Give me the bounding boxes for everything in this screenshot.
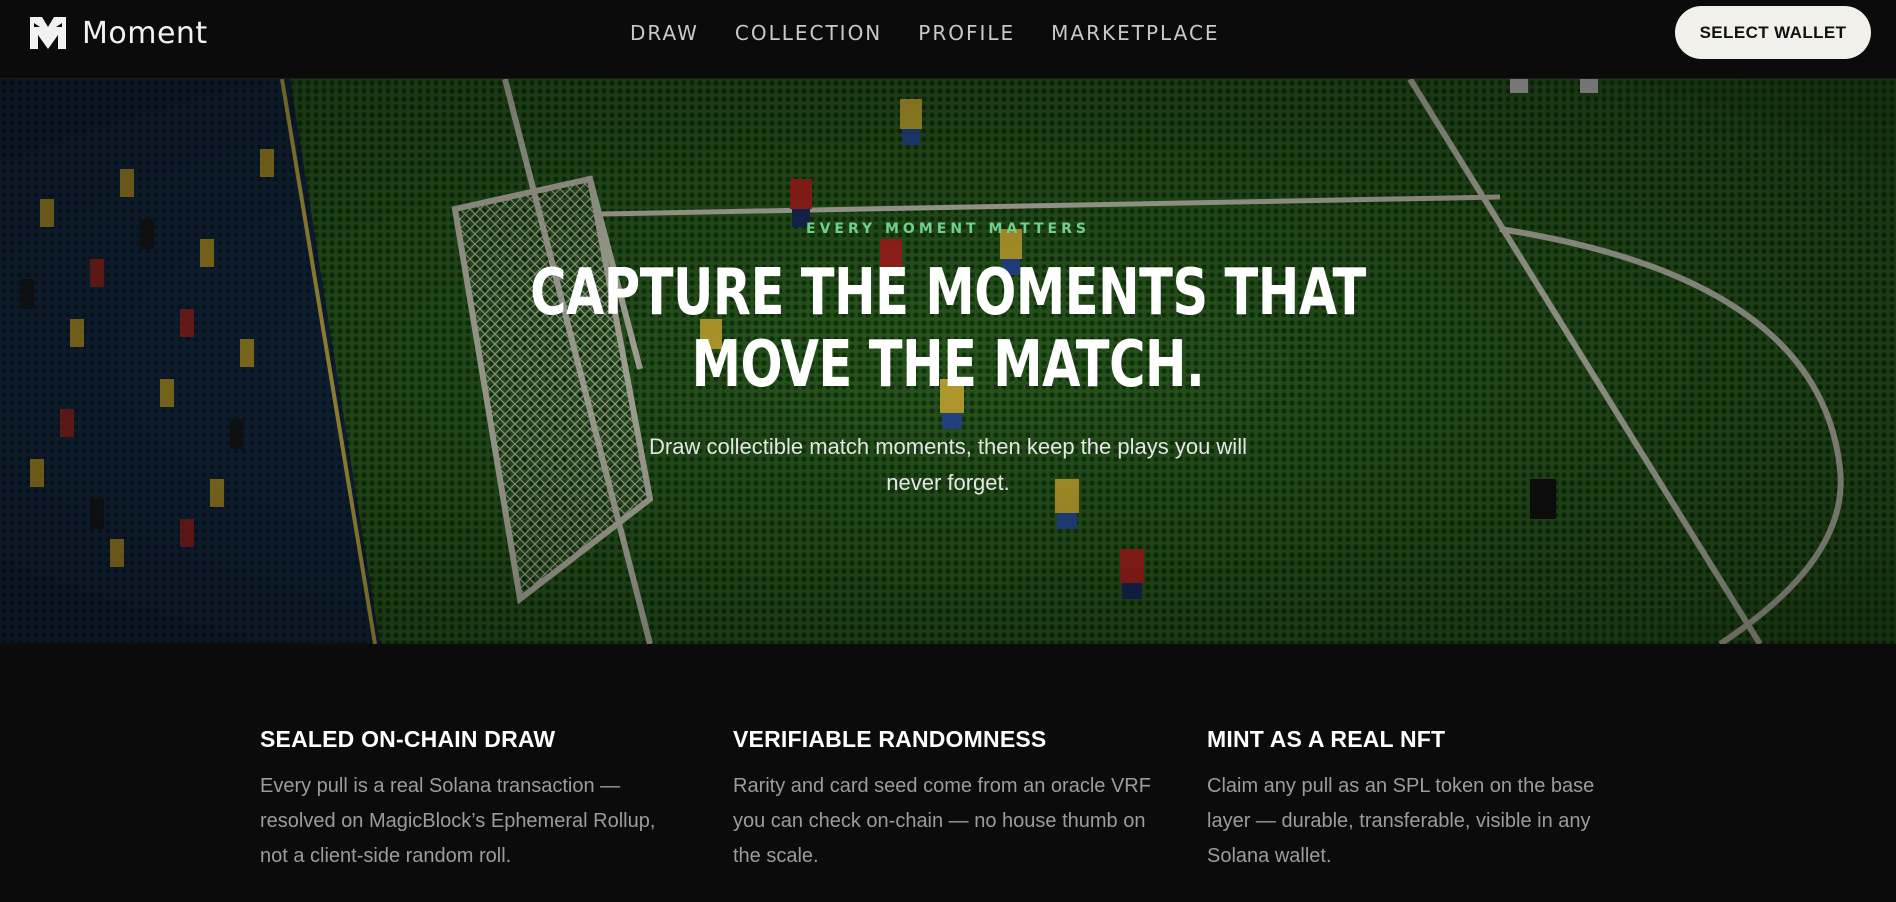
top-navigation-bar: Moment DRAW COLLECTION PROFILE MARKETPLA… xyxy=(0,0,1896,79)
feature-body: Every pull is a real Solana transaction … xyxy=(260,775,656,867)
brand-name: Moment xyxy=(82,15,208,51)
feature-card-mint-nft: MINT AS A REAL NFT Claim any pull as an … xyxy=(1207,726,1627,874)
brand-logo[interactable]: Moment xyxy=(28,14,208,52)
nav-link-profile[interactable]: PROFILE xyxy=(918,20,1015,46)
feature-body: Rarity and card seed come from an oracle… xyxy=(733,775,1151,867)
main-nav: DRAW COLLECTION PROFILE MARKETPLACE xyxy=(630,20,1220,46)
hero-title-line-1: Capture the moments that xyxy=(530,256,1366,330)
feature-title: SEALED ON-CHAIN DRAW xyxy=(260,726,556,752)
moment-logo-icon xyxy=(28,15,68,51)
nav-link-marketplace[interactable]: MARKETPLACE xyxy=(1051,20,1219,46)
nav-link-collection[interactable]: COLLECTION xyxy=(735,20,882,46)
hero-section: EVERY MOMENT MATTERS Capture the moments… xyxy=(0,79,1896,644)
hero-eyebrow: EVERY MOMENT MATTERS xyxy=(806,221,1090,237)
feature-title: MINT AS A REAL NFT xyxy=(1207,726,1446,752)
nav-link-draw[interactable]: DRAW xyxy=(630,20,699,46)
feature-card-verifiable-randomness: VERIFIABLE RANDOMNESS Rarity and card se… xyxy=(733,726,1153,874)
hero-subtitle: Draw collectible match moments, then kee… xyxy=(649,434,1247,495)
hero-title: Capture the moments that move the match. xyxy=(518,257,1378,401)
feature-card-sealed-draw: SEALED ON-CHAIN DRAW Every pull is a rea… xyxy=(260,726,680,874)
features-section: SEALED ON-CHAIN DRAW Every pull is a rea… xyxy=(0,644,1896,902)
feature-title: VERIFIABLE RANDOMNESS xyxy=(733,726,1047,752)
feature-body: Claim any pull as an SPL token on the ba… xyxy=(1207,775,1595,867)
select-wallet-button[interactable]: SELECT WALLET xyxy=(1675,6,1871,59)
hero-title-line-2: move the match. xyxy=(691,328,1205,402)
